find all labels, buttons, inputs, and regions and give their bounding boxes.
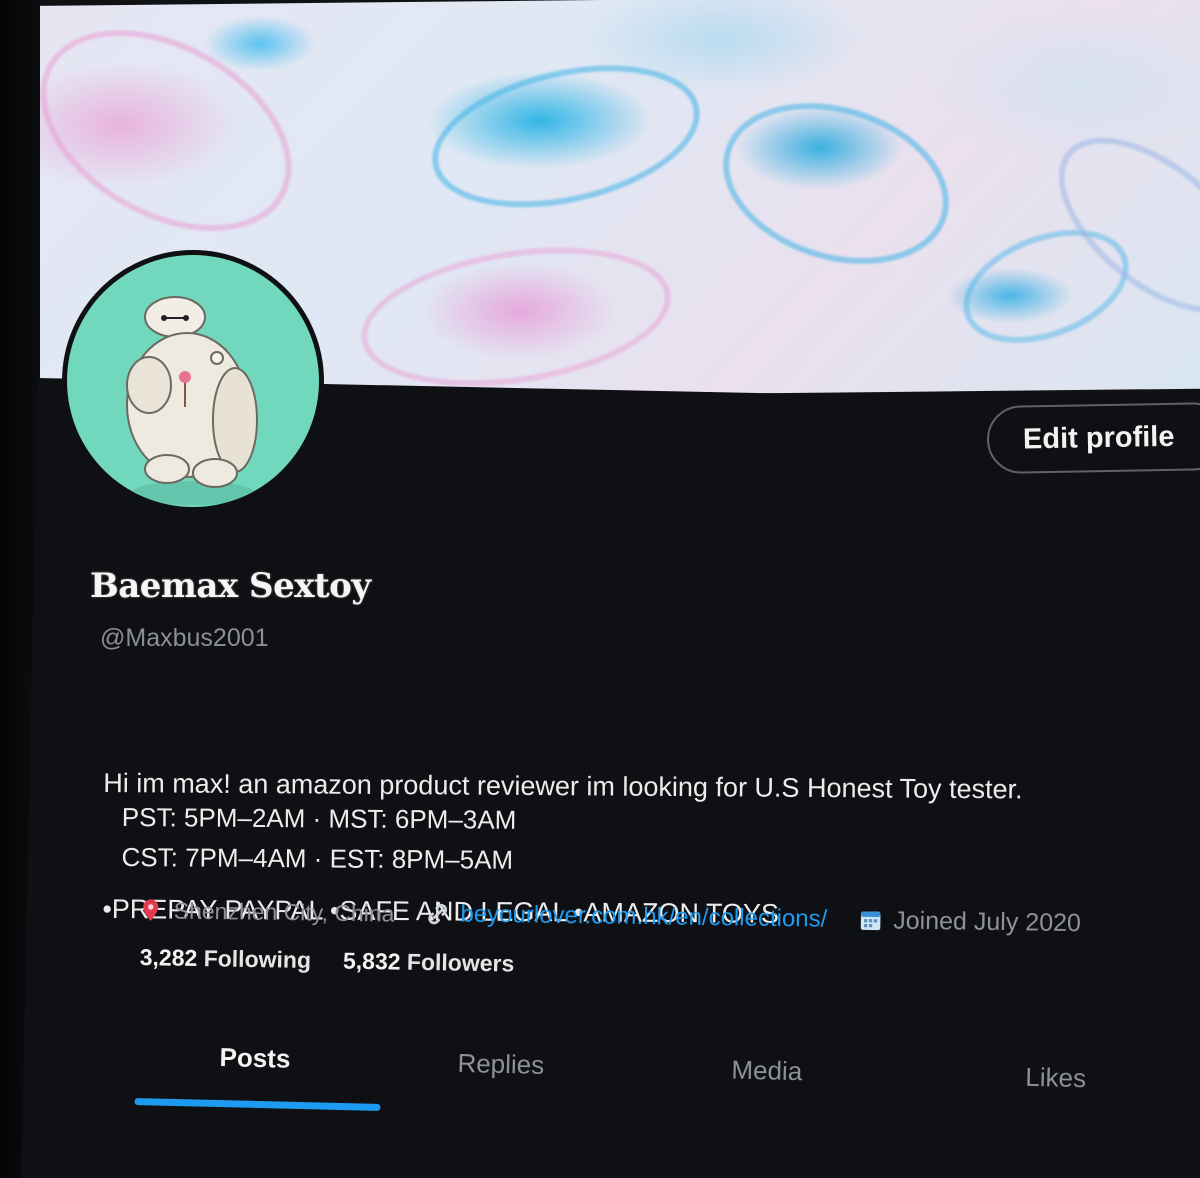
hours-line: CST: 7PM–4AM · EST: 8PM–5AM — [121, 841, 514, 875]
link-icon — [428, 904, 447, 925]
website-item[interactable]: beyourlover.com.hk/en/collections/ — [424, 900, 827, 934]
website-link[interactable]: beyourlover.com.hk/en/collections/ — [460, 901, 827, 934]
avatar-image — [67, 255, 319, 507]
following-count: 3,282 — [139, 944, 198, 972]
following-link[interactable]: 3,282 Following — [140, 944, 312, 974]
display-name: Baemax Sextoy — [90, 566, 371, 606]
profile-handle: @Maxbus2001 — [100, 624, 269, 652]
tab-replies[interactable]: Replies — [456, 1048, 544, 1120]
joined-text: Joined July 2020 — [893, 906, 1082, 937]
location-text: Shenzhen City, China — [173, 897, 395, 927]
location-item: Shenzhen City, China — [138, 896, 395, 927]
profile-hours: PST: 5PM–2AM · MST: 6PM–3AM CST: 7PM–4AM… — [121, 797, 516, 880]
profile-screen: Edit profile Baemax Sextoy @Maxbus2001 H… — [0, 0, 1200, 1178]
calendar-icon — [860, 911, 881, 931]
followers-count: 5,832 — [342, 947, 401, 975]
robot-character-icon — [126, 296, 258, 505]
followers-link[interactable]: 5,832 Followers — [343, 948, 515, 978]
followers-label: Followers — [406, 948, 515, 977]
location-pin-icon — [143, 899, 159, 922]
edit-profile-button[interactable]: Edit profile — [986, 401, 1200, 475]
tab-media[interactable]: Media — [730, 1055, 803, 1127]
joined-item: Joined July 2020 — [857, 906, 1081, 938]
tab-likes[interactable]: Likes — [1024, 1062, 1086, 1133]
following-label: Following — [203, 945, 312, 973]
avatar[interactable] — [62, 250, 324, 512]
hours-line: PST: 5PM–2AM · MST: 6PM–3AM — [121, 801, 517, 835]
